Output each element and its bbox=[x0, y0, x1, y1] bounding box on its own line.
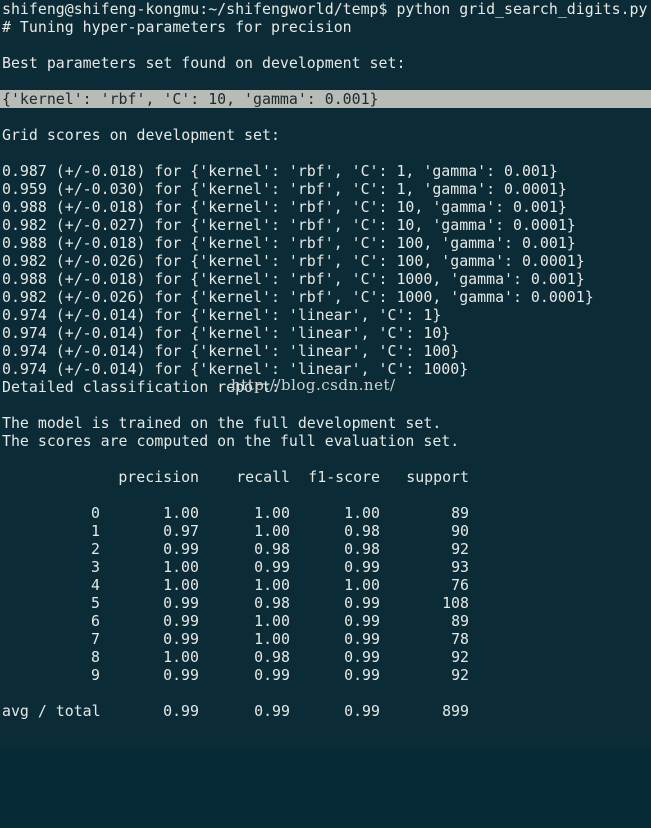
grid-score-line: 0.988 (+/-0.018) for {'kernel': 'rbf', '… bbox=[2, 270, 585, 288]
report-support: 93 bbox=[451, 558, 469, 576]
report-support: 89 bbox=[451, 504, 469, 522]
report-support: 92 bbox=[451, 666, 469, 684]
best-params-selected-line[interactable]: {'kernel': 'rbf', 'C': 10, 'gamma': 0.00… bbox=[0, 90, 651, 108]
grid-score-line: 0.988 (+/-0.018) for {'kernel': 'rbf', '… bbox=[2, 234, 576, 252]
report-support: 92 bbox=[451, 648, 469, 666]
report-rows: 0 1.00 1.00 1.00 89 1 0.97 1.00 0.98 90 … bbox=[0, 504, 651, 684]
grid-score-line: 0.982 (+/-0.026) for {'kernel': 'rbf', '… bbox=[2, 288, 594, 306]
report-support: 78 bbox=[451, 630, 469, 648]
grid-score-line: 0.982 (+/-0.026) for {'kernel': 'rbf', '… bbox=[2, 252, 585, 270]
grid-score-line: 0.988 (+/-0.018) for {'kernel': 'rbf', '… bbox=[2, 198, 567, 216]
grid-scores-list: 0.987 (+/-0.018) for {'kernel': 'rbf', '… bbox=[0, 162, 651, 378]
report-row: 1 0.97 1.00 0.98 90 bbox=[0, 522, 651, 540]
report-row: 7 0.99 1.00 0.99 78 bbox=[0, 630, 651, 648]
scores-computed-note: The scores are computed on the full eval… bbox=[2, 432, 460, 450]
report-row: 3 1.00 0.99 0.99 93 bbox=[0, 558, 651, 576]
report-support: 108 bbox=[442, 594, 469, 612]
tuning-comment: # Tuning hyper-parameters for precision bbox=[2, 18, 352, 36]
report-header-support: support bbox=[406, 468, 469, 486]
command-prompt-line: shifeng@shifeng-kongmu:~/shifengworld/te… bbox=[0, 0, 651, 18]
report-support: 89 bbox=[451, 612, 469, 630]
model-trained-note: The model is trained on the full develop… bbox=[2, 414, 442, 432]
grid-score-line: 0.959 (+/-0.030) for {'kernel': 'rbf', '… bbox=[2, 180, 567, 198]
grid-score-line: 0.974 (+/-0.014) for {'kernel': 'linear'… bbox=[2, 306, 442, 324]
grid-score-line: 0.974 (+/-0.014) for {'kernel': 'linear'… bbox=[2, 342, 460, 360]
report-row: 5 0.99 0.98 0.99 108 bbox=[0, 594, 651, 612]
grid-scores-header: Grid scores on development set: bbox=[2, 126, 280, 144]
report-row: 0 1.00 1.00 1.00 89 bbox=[0, 504, 651, 522]
report-support: 92 bbox=[451, 540, 469, 558]
grid-score-line: 0.974 (+/-0.014) for {'kernel': 'linear'… bbox=[2, 324, 451, 342]
report-row: 9 0.99 0.99 0.99 92 bbox=[0, 666, 651, 684]
report-row: 6 0.99 1.00 0.99 89 bbox=[0, 612, 651, 630]
blog-watermark: http://blog.csdn.net/ bbox=[231, 376, 396, 394]
terminal-window[interactable]: shifeng@shifeng-kongmu:~/shifengworld/te… bbox=[0, 0, 651, 749]
report-row: 4 1.00 1.00 1.00 76 bbox=[0, 576, 651, 594]
report-support: 90 bbox=[451, 522, 469, 540]
report-row: 8 1.00 0.98 0.99 92 bbox=[0, 648, 651, 666]
best-params-value: {'kernel': 'rbf', 'C': 10, 'gamma': 0.00… bbox=[2, 90, 379, 108]
best-params-header: Best parameters set found on development… bbox=[2, 54, 406, 72]
grid-score-line: 0.982 (+/-0.027) for {'kernel': 'rbf', '… bbox=[2, 216, 576, 234]
report-header-row: precision recall f1-score support bbox=[0, 468, 651, 486]
report-support: 76 bbox=[451, 576, 469, 594]
prompt-path: shifeng@shifeng-kongmu:~/shifengworld/te… bbox=[2, 0, 388, 18]
command-text: python grid_search_digits.py bbox=[396, 0, 648, 18]
report-row: 2 0.99 0.98 0.98 92 bbox=[0, 540, 651, 558]
report-total-row: avg / total 0.99 0.99 0.99 899 bbox=[0, 702, 651, 720]
grid-score-line: 0.987 (+/-0.018) for {'kernel': 'rbf', '… bbox=[2, 162, 558, 180]
report-total-support: 899 bbox=[442, 702, 469, 720]
